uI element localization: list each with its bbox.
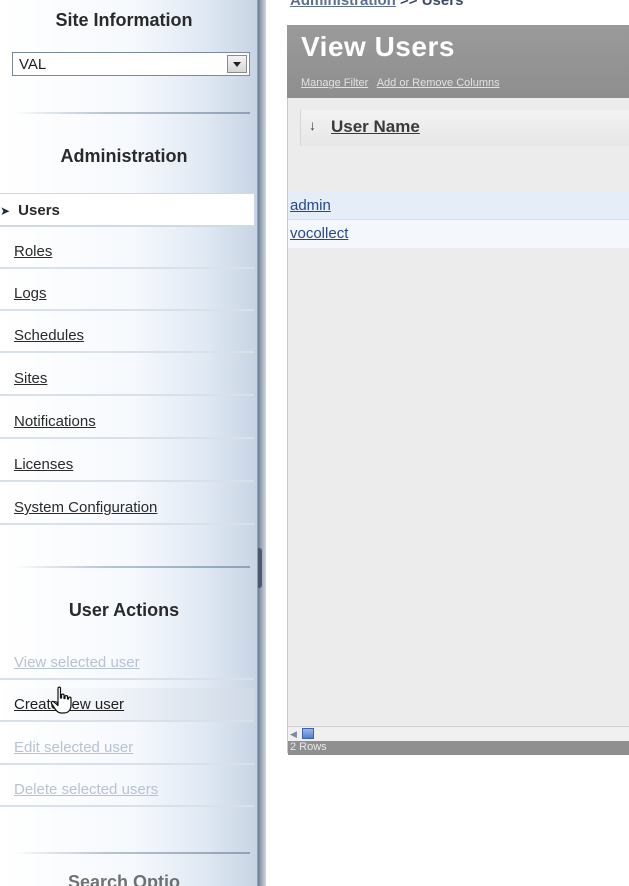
users-table: ↓ User Name admin vocollect ◀ 2 Rows (287, 98, 629, 755)
breadcrumb: Administration >> Users (290, 0, 463, 9)
action-label: Delete selected users (14, 781, 159, 798)
site-information-title: Site Information (55, 10, 193, 30)
divider (12, 566, 250, 568)
view-users-panel: View Users Manage Filter Add or Remove C… (287, 25, 629, 775)
sidebar-item-logs[interactable]: Logs (0, 277, 254, 311)
sidebar-item-label: Licenses (14, 456, 74, 473)
action-label: View selected user (14, 654, 140, 671)
user-actions-title: User Actions (68, 600, 180, 620)
site-select-value: VAL (19, 56, 47, 73)
delete-selected-users-action[interactable]: Delete selected users (0, 773, 254, 807)
breadcrumb-current: Users (421, 0, 464, 9)
action-label: Edit selected user (14, 739, 134, 756)
scroll-left-icon[interactable]: ◀ (290, 729, 300, 739)
column-label: User Name (331, 117, 420, 136)
divider (12, 112, 250, 114)
table-row[interactable]: vocollect (288, 220, 629, 248)
sidebar-item-label: Sites (14, 370, 48, 387)
row-count: 2 Rows (290, 741, 327, 753)
sidebar-item-notifications[interactable]: Notifications (0, 405, 254, 439)
sidebar: Site Information VAL Administration ➤ Us… (0, 0, 258, 886)
sidebar-item-label: Logs (14, 285, 47, 302)
divider (12, 852, 250, 854)
sidebar-item-roles[interactable]: Roles (0, 235, 254, 269)
sidebar-item-licenses[interactable]: Licenses (0, 448, 254, 482)
add-remove-columns-link[interactable]: Add or Remove Columns (377, 77, 500, 89)
chevron-down-icon[interactable] (227, 55, 247, 73)
sidebar-item-label: Users (18, 202, 60, 219)
site-select[interactable]: VAL (12, 52, 250, 76)
sidebar-item-label: Schedules (14, 327, 85, 344)
table-footer: 2 Rows (288, 741, 629, 755)
scroll-thumb[interactable] (302, 728, 314, 739)
sidebar-item-label: Roles (14, 243, 53, 260)
panel-header: View Users Manage Filter Add or Remove C… (287, 25, 629, 98)
column-header-user-name[interactable]: ↓ User Name (300, 110, 629, 146)
page-title: View Users (301, 31, 455, 62)
sort-down-icon: ↓ (309, 117, 316, 133)
sidebar-item-system-configuration[interactable]: System Configuration (0, 491, 254, 525)
splitter-grip[interactable] (258, 548, 262, 588)
sidebar-item-label: System Configuration (14, 499, 158, 516)
splitter[interactable] (258, 0, 266, 886)
sidebar-item-sites[interactable]: Sites (0, 362, 254, 396)
horizontal-scrollbar[interactable]: ◀ (288, 726, 629, 741)
header-links: Manage Filter Add or Remove Columns (301, 77, 506, 89)
breadcrumb-separator: >> (400, 0, 418, 9)
table-empty-area (288, 248, 629, 748)
sidebar-item-users[interactable]: ➤ Users (0, 193, 254, 227)
edit-selected-user-action[interactable]: Edit selected user (0, 731, 254, 765)
view-selected-user-action[interactable]: View selected user (0, 646, 254, 680)
user-name-cell[interactable]: admin (290, 197, 331, 214)
sidebar-item-label: Notifications (14, 413, 96, 430)
table-row[interactable]: admin (288, 192, 629, 220)
sidebar-item-schedules[interactable]: Schedules (0, 319, 254, 353)
create-new-user-action[interactable]: Create new user (0, 688, 254, 722)
arrow-right-icon: ➤ (0, 204, 11, 218)
hand-pointer-icon (50, 686, 72, 714)
user-name-cell[interactable]: vocollect (290, 225, 348, 242)
search-options-title: Search Optio (67, 872, 181, 886)
manage-filter-link[interactable]: Manage Filter (301, 77, 368, 89)
breadcrumb-administration-link[interactable]: Administration (290, 0, 396, 9)
table-header: ↓ User Name (288, 98, 629, 192)
administration-title: Administration (60, 146, 188, 166)
